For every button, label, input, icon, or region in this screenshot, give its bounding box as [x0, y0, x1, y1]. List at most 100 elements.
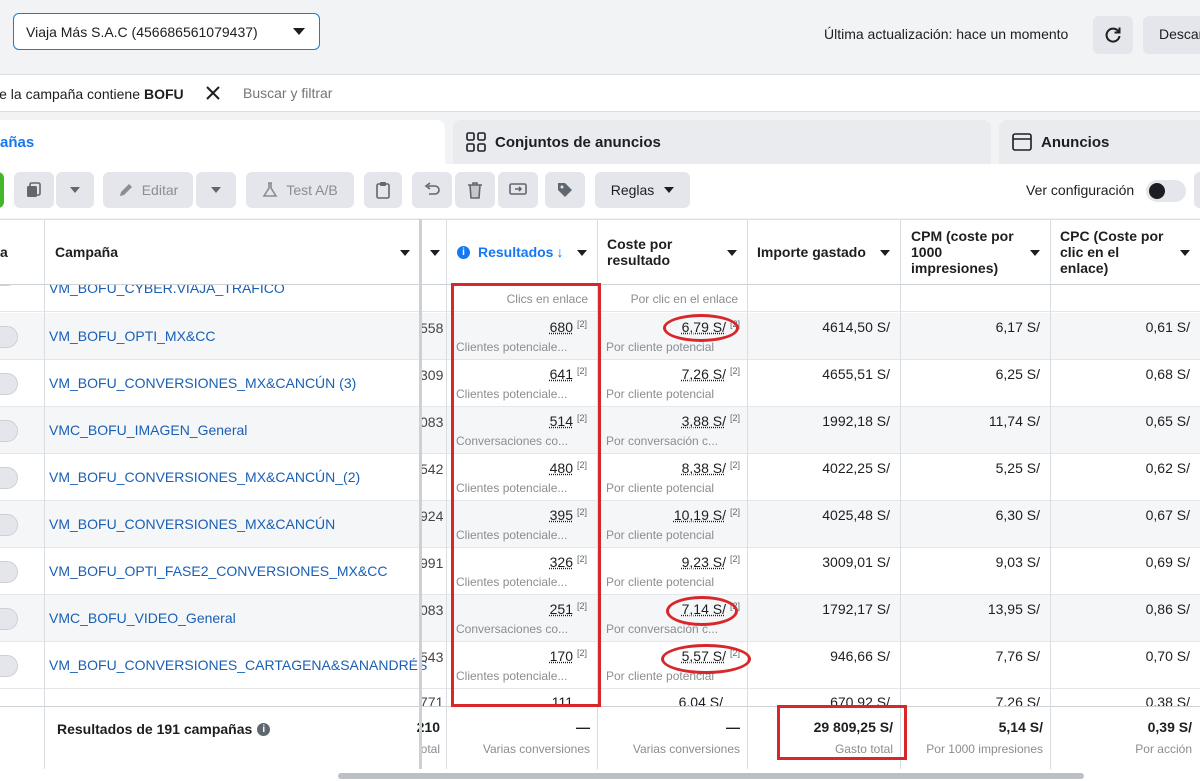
create-button[interactable] — [0, 172, 4, 208]
info-icon[interactable]: i — [257, 722, 271, 736]
total-cpm: 5,14 S/ — [998, 719, 1043, 735]
cost-type: Por cliente potencial — [606, 340, 715, 354]
refresh-button[interactable] — [1093, 16, 1133, 54]
tag-button[interactable] — [545, 172, 585, 208]
col-partial[interactable] — [422, 220, 446, 284]
spent-value: 946,66 S/ — [830, 648, 890, 664]
col-cost-per-result[interactable]: Coste por resultado — [597, 220, 747, 284]
duplicate-button[interactable] — [14, 172, 54, 208]
col-amount-spent[interactable]: Importe gastado — [747, 220, 900, 284]
tab-ads[interactable]: Anuncios — [999, 120, 1200, 164]
tab-adsets[interactable]: Conjuntos de anuncios — [453, 120, 991, 164]
discard-button[interactable]: Descar — [1143, 16, 1200, 54]
partial-value: 309 — [420, 367, 444, 383]
campaign-name-link[interactable]: VMC_BOFU_IMAGEN_General — [49, 422, 247, 438]
campaign-toggle[interactable] — [0, 373, 18, 395]
attribution-note: [2] — [576, 601, 587, 611]
last-update-text: Última actualización: hace un momento — [824, 26, 1069, 42]
chevron-down-icon — [293, 28, 305, 35]
search-filter-input[interactable] — [243, 85, 543, 101]
cpc-value: 0,62 S/ — [1145, 460, 1190, 476]
cost-type: Por cliente potencial — [606, 528, 715, 542]
campaign-name-link[interactable]: VM_BOFU_OPTI_MX&CC — [49, 328, 215, 344]
result-value: 251 [2] — [447, 601, 587, 617]
result-value: 395 [2] — [447, 507, 587, 523]
col-cpm[interactable]: CPM (coste por 1000 impresiones) — [901, 220, 1050, 284]
filter-chip-text: le la campaña contiene — [0, 86, 140, 102]
view-settings-toggle[interactable] — [1146, 180, 1186, 202]
attribution-note: [2] — [576, 413, 587, 423]
table-row[interactable]: VM_BOFU_OPTI_MX&CC 558 680 [2] Clientes pote… — [0, 313, 1200, 360]
result-type: Conversaciones co... — [456, 434, 569, 448]
campaign-toggle[interactable] — [0, 608, 18, 630]
cpc-value: 0,61 S/ — [1145, 319, 1190, 335]
table-row[interactable]: VM_BOFU_CONVERSIONES_MX&CANCÚN 924 395 [2] C… — [0, 501, 1200, 548]
chevron-down-icon — [430, 250, 440, 256]
result-type: Conversaciones co... — [456, 622, 569, 636]
horizontal-scrollbar[interactable] — [0, 769, 1200, 781]
scrollbar-thumb[interactable] — [338, 773, 1084, 779]
rules-button[interactable]: Reglas — [595, 172, 690, 208]
duplicate-menu-button[interactable] — [56, 172, 94, 208]
more-button[interactable] — [1194, 172, 1200, 208]
table-row[interactable]: VM_BOFU_OPTI_FASE2_CONVERSIONES_MX&CC 991… — [0, 548, 1200, 595]
col-campaign[interactable]: Campaña — [45, 220, 420, 284]
partial-value: 991 — [420, 555, 444, 571]
campaign-name-link[interactable]: VM_BOFU_CONVERSIONES_MX&CANCÚN — [49, 516, 335, 532]
attribution-note: [2] — [729, 413, 740, 423]
grid-icon — [466, 132, 486, 152]
total-cpc: 0,39 S/ — [1147, 719, 1192, 735]
col-cpc[interactable]: CPC (Coste por clic en el enlace) — [1050, 220, 1200, 284]
campaign-toggle[interactable] — [0, 655, 18, 677]
cost-value: 6,79 S/[2] — [597, 319, 740, 335]
totals-label: Resultados de 191 campañas i — [57, 721, 271, 737]
attribution-note: [2] — [729, 319, 740, 329]
cpm-value: 5,25 S/ — [995, 460, 1040, 476]
cpm-value: 6,17 S/ — [995, 319, 1040, 335]
column-divider — [597, 219, 598, 769]
partial-value: 558 — [420, 320, 444, 336]
cost-number: 6,79 S/ — [681, 319, 726, 335]
undo-button[interactable] — [412, 172, 452, 208]
result-value: 514 [2] — [447, 413, 587, 429]
filter-chip[interactable]: le la campaña contiene BOFU — [0, 81, 184, 107]
campaign-toggle[interactable] — [0, 467, 18, 489]
attribution-note: [2] — [729, 366, 740, 376]
tab-campaigns[interactable]: añas — [0, 120, 445, 164]
campaign-toggle[interactable] — [0, 561, 18, 583]
result-value: 641 [2] — [447, 366, 587, 382]
attribution-note: [2] — [576, 554, 587, 564]
chevron-down-icon — [211, 187, 221, 193]
campaign-name-link[interactable]: VM_BOFU_OPTI_FASE2_CONVERSIONES_MX&CC — [49, 563, 387, 579]
table-header: a Campaña i Resultados ↓ Coste por resul… — [0, 219, 1200, 285]
duplicate-icon — [27, 182, 41, 197]
account-selector[interactable]: Viaja Más S.A.C (456686561079437) — [13, 13, 320, 50]
ab-test-button[interactable]: Test A/B — [246, 172, 354, 208]
col-status[interactable]: a — [0, 220, 45, 284]
col-spent-label: Importe gastado — [757, 244, 866, 260]
campaign-toggle[interactable] — [0, 514, 18, 536]
edit-button[interactable]: Editar — [103, 172, 193, 208]
table-row[interactable]: VMC_BOFU_IMAGEN_General 083 514 [2] Conversa… — [0, 407, 1200, 454]
campaign-name-link[interactable]: VM_BOFU_CONVERSIONES_MX&CANCÚN (3) — [49, 375, 356, 391]
col-results[interactable]: i Resultados ↓ — [447, 220, 597, 284]
close-icon[interactable] — [205, 85, 221, 101]
campaign-toggle[interactable] — [0, 326, 18, 348]
edit-menu-button[interactable] — [196, 172, 236, 208]
clipboard-button[interactable] — [364, 172, 402, 208]
spent-value: 4655,51 S/ — [822, 366, 890, 382]
delete-button[interactable] — [455, 172, 495, 208]
cost-value: 5,57 S/[2] — [597, 648, 740, 664]
table-row[interactable]: VMC_BOFU_VIDEO_General 083 251 [2] Conversac… — [0, 595, 1200, 642]
campaign-name-link[interactable]: VMC_BOFU_VIDEO_General — [49, 610, 236, 626]
table-row[interactable]: VM_BOFU_CONVERSIONES_CARTAGENA&SANANDRÉS… — [0, 642, 1200, 689]
cpm-value: 13,95 S/ — [987, 601, 1040, 617]
spent-value: 3009,01 S/ — [822, 554, 890, 570]
table-row[interactable]: VM_BOFU_CONVERSIONES_MX&CANCÚN_(2) 542 480… — [0, 454, 1200, 501]
campaign-toggle[interactable] — [0, 420, 18, 442]
table-row[interactable]: VM_BOFU_CONVERSIONES_MX&CANCÚN (3) 309 641… — [0, 360, 1200, 407]
campaign-name-link[interactable]: VM_BOFU_CONVERSIONES_CARTAGENA&SANANDRÉS — [49, 657, 427, 673]
export-button[interactable] — [498, 172, 538, 208]
pencil-icon — [119, 184, 132, 196]
campaign-name-link[interactable]: VM_BOFU_CONVERSIONES_MX&CANCÚN_(2) — [49, 469, 360, 485]
